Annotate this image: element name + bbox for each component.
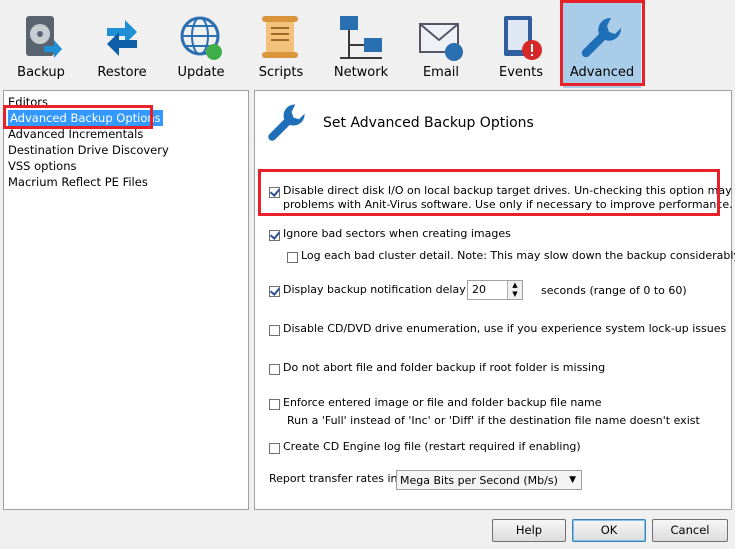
cd-enum-checkbox[interactable] <box>269 325 280 336</box>
toolbar-restore-button[interactable]: Restore <box>92 0 152 88</box>
transfer-rates-select[interactable]: Mega Bits per Second (Mb/s) ▼ <box>396 470 582 490</box>
toolbar-email-button[interactable]: Email <box>412 0 470 88</box>
settings-panel: Set Advanced Backup Options Disable dire… <box>254 90 735 510</box>
tree-item-vss-options[interactable]: VSS options <box>8 158 76 174</box>
enforce-name-checkbox[interactable] <box>269 399 280 410</box>
stepper-up-icon[interactable]: ▲ <box>507 281 522 290</box>
enforce-name-label: Enforce entered image or file and folder… <box>283 396 602 409</box>
cd-log-checkbox[interactable] <box>269 443 280 454</box>
chevron-down-icon: ▼ <box>569 475 576 485</box>
transfer-rates-value: Mega Bits per Second (Mb/s) <box>400 474 558 487</box>
notification-delay-stepper[interactable]: 20 ▲ ▼ <box>467 280 523 300</box>
enforce-name-note: Run a 'Full' instead of 'Inc' or 'Diff' … <box>287 414 700 427</box>
tree-item-editors[interactable]: Editors <box>8 94 48 110</box>
direct-io-checkbox[interactable] <box>269 187 280 198</box>
panel-title: Set Advanced Backup Options <box>323 115 534 131</box>
email-icon <box>419 23 463 61</box>
wrench-icon <box>581 17 622 58</box>
network-icon <box>340 16 382 59</box>
no-abort-checkbox[interactable] <box>269 364 280 375</box>
help-button[interactable]: Help <box>492 519 566 542</box>
toolbar-backup-button[interactable]: Backup <box>12 0 70 88</box>
toolbar-label: Email <box>422 65 460 80</box>
toolbar-label: Backup <box>17 65 65 80</box>
cd-enum-label: Disable CD/DVD drive enumeration, use if… <box>283 322 727 335</box>
tree-item-advanced-incrementals[interactable]: Advanced Incrementals <box>8 126 143 142</box>
ok-button[interactable]: OK <box>572 519 646 542</box>
toolbar-label: Network <box>333 65 389 80</box>
transfer-rates-label: Report transfer rates in: <box>269 472 402 485</box>
notification-delay-value: 20 <box>472 283 486 296</box>
toolbar-label: Update <box>177 65 225 80</box>
ignore-bad-sectors-label: Ignore bad sectors when creating images <box>283 227 511 240</box>
options-tree: Editors Advanced Backup Options Advanced… <box>3 90 249 510</box>
log-bad-cluster-label: Log each bad cluster detail. Note: This … <box>301 249 735 262</box>
toolbar-label: Advanced <box>569 65 635 80</box>
toolbar-update-button[interactable]: Update <box>172 0 230 88</box>
cd-log-label: Create CD Engine log file (restart requi… <box>283 440 581 453</box>
tree-item-destination-drive-discovery[interactable]: Destination Drive Discovery <box>8 142 169 158</box>
no-abort-label: Do not abort file and folder backup if r… <box>283 361 606 374</box>
main-toolbar: Backup Restore Update Scripts Network Em… <box>0 0 735 88</box>
update-globe-icon <box>180 16 222 60</box>
notification-delay-label: Display backup notification delay for <box>283 283 485 296</box>
toolbar-label: Events <box>498 65 543 80</box>
toolbar-label: Restore <box>97 65 147 80</box>
direct-io-label-1: Disable direct disk I/O on local backup … <box>283 184 735 197</box>
notification-delay-checkbox[interactable] <box>269 286 280 297</box>
ignore-bad-sectors-checkbox[interactable] <box>269 230 280 241</box>
events-icon <box>504 16 542 60</box>
toolbar-events-button[interactable]: Events <box>492 0 550 88</box>
restore-icon <box>107 20 137 56</box>
direct-io-label-2: problems with Anit-Virus software. Use o… <box>283 198 733 211</box>
toolbar-network-button[interactable]: Network <box>332 0 390 88</box>
toolbar-advanced-button[interactable]: Advanced <box>563 0 641 88</box>
stepper-down-icon[interactable]: ▼ <box>507 290 522 299</box>
wrench-icon <box>268 104 305 141</box>
log-bad-cluster-checkbox[interactable] <box>287 252 298 263</box>
scripts-scroll-icon <box>262 16 298 58</box>
toolbar-scripts-button[interactable]: Scripts <box>252 0 310 88</box>
toolbar-label: Scripts <box>258 65 304 80</box>
tree-item-reflect-pe-files[interactable]: Macrium Reflect PE Files <box>8 174 148 190</box>
notification-delay-suffix: seconds (range of 0 to 60) <box>541 284 687 297</box>
cancel-button[interactable]: Cancel <box>652 519 728 542</box>
tree-item-advanced-backup-options[interactable]: Advanced Backup Options <box>8 110 163 126</box>
backup-icon <box>26 16 62 58</box>
